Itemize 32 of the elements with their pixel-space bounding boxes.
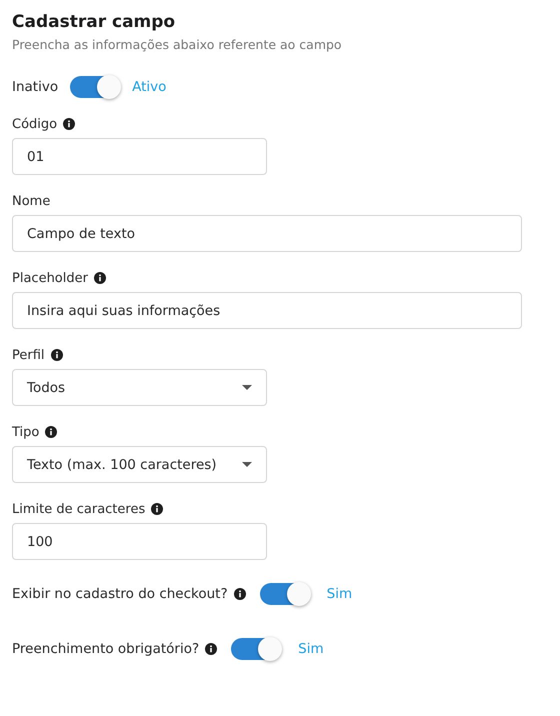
toggle-switch[interactable] bbox=[260, 583, 310, 605]
field-label: Placeholder bbox=[12, 270, 88, 286]
input-field[interactable]: 01 bbox=[12, 138, 267, 175]
state-label: Sim bbox=[326, 586, 352, 602]
off-label: Inativo bbox=[12, 79, 58, 95]
caret-icon bbox=[242, 385, 252, 390]
select-field[interactable]: Todos bbox=[12, 369, 267, 406]
input-field[interactable]: Campo de texto bbox=[12, 215, 522, 252]
info-icon bbox=[234, 588, 246, 600]
toggle-switch[interactable] bbox=[70, 76, 120, 98]
input-field[interactable]: 100 bbox=[12, 523, 267, 560]
page-subtitle: Preencha as informações abaixo referente ao campo bbox=[12, 36, 343, 54]
toggle-switch[interactable] bbox=[231, 638, 282, 660]
on-label: Ativo bbox=[132, 79, 166, 95]
field-label: Nome bbox=[12, 194, 50, 208]
option-label: Preenchimento obrigatório? bbox=[12, 641, 200, 657]
input-field[interactable]: Insira aqui suas informações bbox=[12, 292, 522, 329]
info-icon bbox=[63, 118, 76, 130]
option-label: Exibir no cadastro do checkout? bbox=[12, 586, 228, 602]
state-label: Sim bbox=[298, 641, 324, 657]
info-icon bbox=[205, 643, 218, 655]
info-icon bbox=[151, 503, 164, 515]
info-icon bbox=[45, 426, 58, 438]
caret-icon bbox=[242, 462, 252, 467]
field-label: Limite de caracteres bbox=[12, 502, 146, 516]
info-icon bbox=[50, 349, 63, 361]
page-title: Cadastrar campo bbox=[12, 11, 176, 34]
field-label: Tipo bbox=[12, 424, 40, 440]
field-label: Código bbox=[12, 116, 58, 132]
info-icon bbox=[94, 272, 106, 284]
field-label: Perfil bbox=[12, 348, 45, 362]
select-field[interactable]: Texto (max. 100 caracteres) bbox=[12, 446, 267, 483]
